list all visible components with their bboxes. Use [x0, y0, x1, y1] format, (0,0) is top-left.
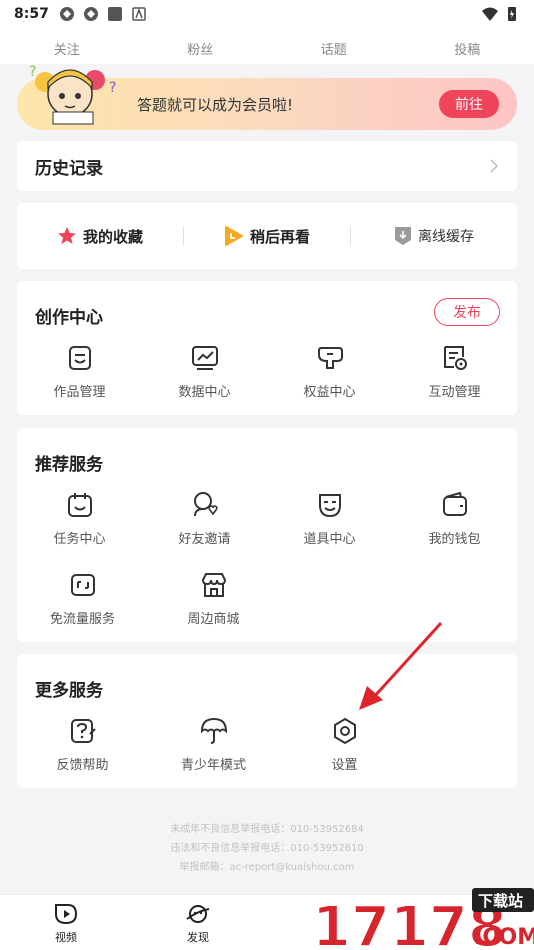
- free-data-service-item[interactable]: 免流量服务: [17, 570, 148, 627]
- tab-video[interactable]: 视频: [0, 895, 132, 950]
- illegal-report-phone: 违法和不良信息举报电话：010-53952610: [170, 843, 364, 854]
- my-wallet-item[interactable]: 我的钱包: [392, 490, 517, 547]
- svg-text:?: ?: [29, 64, 36, 80]
- notification-icon: [83, 7, 98, 21]
- offline-cache-button[interactable]: 离线缓存: [351, 226, 517, 246]
- feedback-help-item[interactable]: 反馈帮助: [17, 716, 148, 773]
- item-label: 反馈帮助: [56, 758, 109, 773]
- item-label: 青少年模式: [180, 758, 246, 773]
- video-tab-icon: [55, 903, 78, 924]
- stat-posts[interactable]: 投稿: [401, 28, 534, 64]
- invite-user-icon: [193, 492, 218, 517]
- svg-text:.COM: .COM: [474, 925, 534, 950]
- membership-banner[interactable]: ? ? 答题就可以成为会员啦! 前往: [17, 64, 517, 130]
- item-label: 任务中心: [53, 532, 106, 547]
- tab-label: 发现: [187, 930, 209, 944]
- item-label: 好友邀请: [178, 532, 231, 547]
- item-label: 道具中心: [303, 532, 356, 547]
- watch-later-button[interactable]: 稍后再看: [184, 225, 350, 247]
- recommended-services-card: 推荐服务 任务中心 好友邀请 道具中心 我的钱包 免流量服务 周边商城: [17, 428, 517, 642]
- banner-go-button[interactable]: 前往: [439, 90, 499, 118]
- download-icon: [395, 227, 411, 245]
- item-label: 作品管理: [53, 385, 106, 400]
- creation-center-title: 创作中心: [35, 308, 103, 328]
- star-icon: [57, 227, 76, 244]
- merch-store-item[interactable]: 周边商城: [148, 570, 279, 627]
- app-status-icon: [107, 7, 122, 21]
- mascot-illustration: ? ?: [29, 64, 116, 125]
- annotation-arrow: [359, 621, 443, 710]
- benefits-center-item[interactable]: 权益中心: [267, 343, 392, 400]
- battery-icon: [508, 7, 516, 21]
- settings-hexagon-icon: [333, 717, 356, 745]
- stat-label: 关注: [53, 43, 80, 58]
- watch-later-icon: [224, 226, 243, 246]
- item-label: 我的钱包: [428, 532, 481, 547]
- wallet-icon: [442, 491, 467, 516]
- works-icon: [68, 346, 91, 370]
- item-label: 互动管理: [428, 385, 481, 400]
- task-calendar-icon: [67, 493, 92, 517]
- report-email: 举报邮箱：ac-report@kuaishou.com: [179, 862, 355, 873]
- status-bar: 8:57: [0, 0, 534, 28]
- stat-following[interactable]: 关注: [0, 28, 134, 64]
- stat-label: 投稿: [454, 43, 481, 58]
- item-label: 数据中心: [178, 385, 231, 400]
- task-center-item[interactable]: 任务中心: [17, 490, 142, 547]
- stat-label: 话题: [320, 43, 347, 58]
- minor-report-phone: 未成年不良信息举报电话：010-53952684: [170, 824, 364, 835]
- interaction-management-item[interactable]: 互动管理: [392, 343, 517, 400]
- wifi-icon: [482, 7, 498, 21]
- recommended-services-title: 推荐服务: [35, 455, 103, 475]
- font-status-icon: [132, 7, 146, 21]
- history-title: 历史记录: [35, 158, 103, 179]
- item-label: 免流量服务: [49, 612, 115, 627]
- umbrella-icon: [200, 717, 227, 744]
- stat-topics[interactable]: 话题: [267, 28, 401, 64]
- interaction-icon: [443, 346, 467, 370]
- watch-later-label: 稍后再看: [249, 227, 310, 246]
- favorites-label: 我的收藏: [82, 227, 143, 246]
- data-center-item[interactable]: 数据中心: [142, 343, 267, 400]
- free-data-icon: [70, 574, 95, 596]
- quick-actions: 我的收藏 稍后再看 离线缓存: [17, 203, 517, 269]
- more-services-title: 更多服务: [35, 681, 103, 701]
- invite-friends-item[interactable]: 好友邀请: [142, 490, 267, 547]
- notification-icon: [59, 7, 74, 21]
- benefits-icon: [317, 347, 343, 369]
- svg-text:?: ?: [109, 80, 116, 96]
- works-management-item[interactable]: 作品管理: [17, 343, 142, 400]
- profile-stats: 关注 粉丝 话题 投稿: [0, 28, 534, 64]
- help-icon: [70, 719, 96, 743]
- store-icon: [201, 573, 226, 597]
- svg-text:下载站: 下载站: [478, 892, 523, 910]
- teen-mode-item[interactable]: 青少年模式: [148, 716, 279, 773]
- item-label: 权益中心: [303, 385, 356, 400]
- stat-fans[interactable]: 粉丝: [134, 28, 268, 64]
- item-label: 周边商城: [187, 612, 240, 627]
- props-center-item[interactable]: 道具中心: [267, 490, 392, 547]
- mask-icon: [318, 494, 341, 518]
- tab-discover[interactable]: 发现: [132, 895, 264, 950]
- site-watermark-logo: 17178 下载站 .COM: [312, 888, 534, 950]
- report-footer: 未成年不良信息举报电话：010-53952684 违法和不良信息举报电话：010…: [0, 820, 534, 877]
- item-label: 设置: [331, 758, 358, 773]
- history-row[interactable]: 历史记录: [17, 141, 517, 191]
- chart-icon: [191, 346, 218, 370]
- favorites-button[interactable]: 我的收藏: [17, 226, 183, 247]
- settings-item[interactable]: 设置: [279, 716, 410, 773]
- planet-icon: [186, 904, 210, 923]
- banner-text: 答题就可以成为会员啦!: [137, 95, 294, 114]
- tab-label: 视频: [55, 930, 77, 944]
- status-time: 8:57: [14, 6, 49, 22]
- creation-center-card: 创作中心 发布 作品管理 数据中心 权益中心 互动管理: [17, 281, 517, 415]
- stat-label: 粉丝: [187, 43, 214, 58]
- offline-cache-label: 离线缓存: [418, 229, 474, 245]
- publish-button[interactable]: 发布: [434, 298, 500, 326]
- chevron-right-icon: [490, 159, 499, 173]
